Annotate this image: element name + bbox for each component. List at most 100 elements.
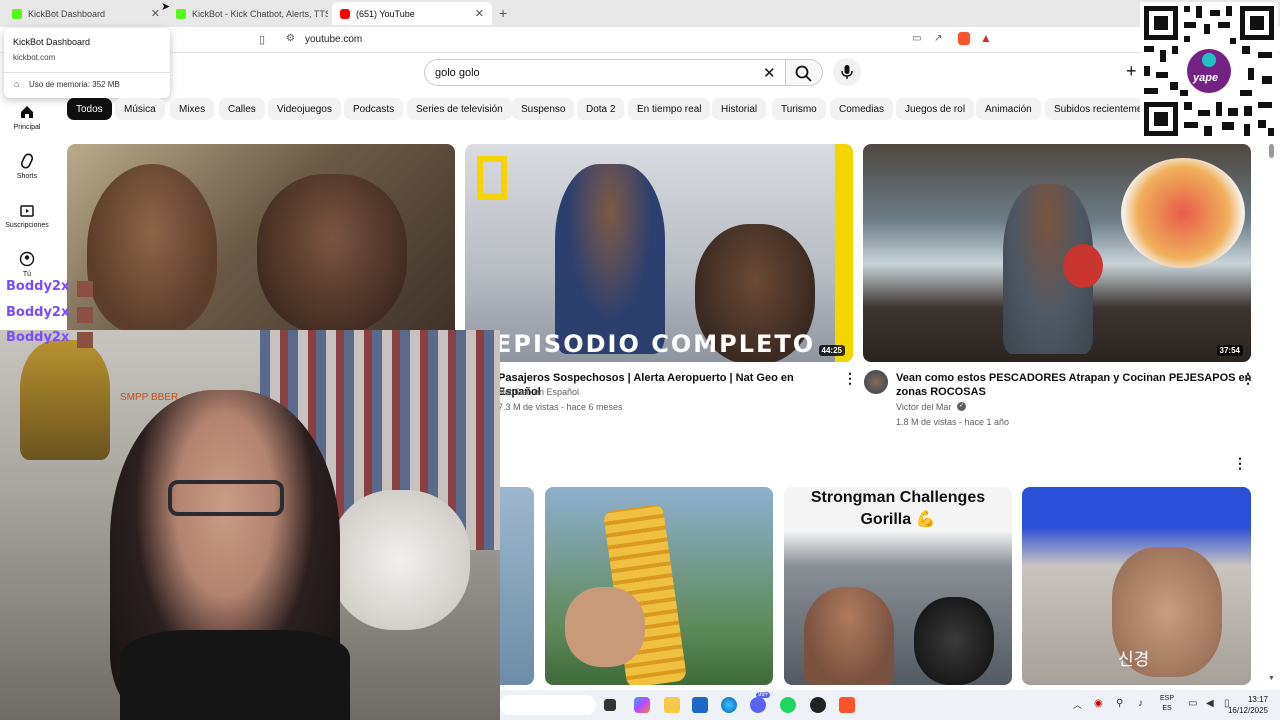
chip-mixes[interactable]: Mixes (170, 98, 215, 120)
voice-search-button[interactable] (833, 58, 861, 86)
video-title-line-2[interactable]: zonas ROCOSAS (896, 385, 986, 399)
volume-icon[interactable]: ◀ (1206, 698, 1214, 709)
nav-tu[interactable]: Tú (4, 251, 50, 278)
video-thumbnail-3[interactable]: 37:54 (863, 144, 1251, 362)
file-explorer-icon[interactable] (664, 697, 680, 713)
chip-juegos-rol[interactable]: Juegos de rol (896, 98, 975, 120)
video-title-line-1[interactable]: Vean como estos PESCADORES Atrapan y Coc… (896, 371, 1251, 385)
chat-username: Boddy2x (6, 330, 70, 345)
network-icon[interactable]: ⚲ (1116, 698, 1123, 709)
thumbnail-food-plate (1121, 158, 1245, 268)
edge-icon[interactable] (721, 697, 737, 713)
chip-subidos[interactable]: Subidos recienteme (1045, 98, 1152, 120)
chip-historial[interactable]: Historial (712, 98, 767, 120)
obs-icon[interactable] (810, 697, 826, 713)
chip-dota2[interactable]: Dota 2 (577, 98, 625, 120)
nav-shorts[interactable]: Shorts (4, 153, 50, 180)
chip-musica[interactable]: Música (115, 98, 165, 120)
more-options-icon[interactable]: ⋮ (1241, 370, 1255, 387)
share-icon[interactable]: ↗ (934, 33, 942, 44)
tab-kickbot-dashboard[interactable]: KickBot Dashboard ✕ (4, 2, 168, 25)
thumbnail-person (257, 174, 407, 334)
spotify-icon[interactable] (780, 697, 796, 713)
url-text[interactable]: youtube.com (305, 34, 362, 45)
taskbar-search[interactable] (500, 695, 596, 715)
lang-bottom: ES (1162, 705, 1172, 712)
short-thumbnail-3[interactable]: Strongman Challenges Gorilla 💪 (784, 487, 1012, 685)
video-duration: 44:25 (818, 345, 845, 356)
language-indicator[interactable]: ESP ES (1160, 694, 1174, 714)
short-thumbnail-4[interactable]: 신경 (1022, 487, 1251, 685)
chip-podcasts[interactable]: Podcasts (344, 98, 404, 120)
taskbar-clock[interactable]: 13:17 16/12/2025 (1228, 694, 1268, 716)
copilot-icon[interactable] (634, 697, 650, 713)
display-icon[interactable]: ▭ (1188, 698, 1197, 709)
avatar[interactable] (864, 370, 888, 394)
chip-calles[interactable]: Calles (219, 98, 265, 120)
search-input[interactable]: golo golo ✕ (424, 59, 786, 86)
glasses (168, 480, 284, 516)
brave-rewards-icon[interactable]: ▲ (980, 31, 992, 45)
clear-search-icon[interactable]: ✕ (763, 64, 776, 82)
tab-label: KickBot Dashboard (28, 8, 106, 19)
chip-comedias[interactable]: Comedias (830, 98, 894, 120)
chip-videojuegos[interactable]: Videojuegos (268, 98, 341, 120)
mic-tray-icon[interactable]: ♪ (1138, 698, 1143, 709)
chip-tiempo-real[interactable]: En tiempo real (628, 98, 711, 120)
site-info-icon[interactable]: ⚙ (286, 33, 295, 44)
chip-series[interactable]: Series de televisión (407, 98, 512, 120)
more-options-icon[interactable]: ⋮ (843, 370, 857, 387)
thumbnail-gorilla (914, 597, 994, 685)
short-overlay-text: Strongman Challenges (810, 489, 986, 506)
home-icon (21, 106, 33, 118)
short-thumbnail-2[interactable] (545, 487, 773, 685)
task-view-icon[interactable] (604, 699, 616, 711)
qr-code-icon (1140, 2, 1278, 140)
nav-label: Suscripciones (5, 222, 49, 229)
address-bar: ▯ ⚙ youtube.com ▭ ↗ ▲ (0, 27, 1280, 53)
nav-principal[interactable]: Principal (4, 104, 50, 131)
wall-text: SMPP BBER (120, 392, 179, 403)
chip-turismo[interactable]: Turismo (772, 98, 826, 120)
channel-name[interactable]: Victor del Mar (896, 402, 951, 412)
nav-label: Principal (13, 124, 41, 131)
nav-suscripciones[interactable]: Suscripciones (4, 202, 50, 229)
natgeo-logo-icon (477, 156, 507, 200)
tray-app-icon[interactable]: ◉ (1094, 698, 1103, 709)
close-tab-icon[interactable]: ✕ (475, 7, 484, 20)
chip-animacion[interactable]: Animación (976, 98, 1041, 120)
nav-label: Shorts (16, 173, 38, 180)
chip-suspenso[interactable]: Suspenso (512, 98, 575, 120)
chip-todos[interactable]: Todos (67, 98, 112, 120)
brave-icon[interactable] (839, 697, 855, 713)
brave-shields-icon[interactable] (958, 32, 970, 45)
close-tab-icon[interactable]: ✕ (151, 7, 160, 20)
store-icon[interactable] (692, 697, 708, 713)
new-tab-icon[interactable]: + (499, 5, 507, 21)
search-button[interactable] (785, 59, 823, 86)
yape-logo-text: yape (1193, 72, 1219, 84)
bookmark-icon[interactable]: ▯ (259, 33, 265, 46)
tab-youtube[interactable]: (651) YouTube ✕ (332, 2, 492, 25)
chat-avatar (77, 281, 93, 297)
cast-icon[interactable]: ▭ (912, 33, 921, 44)
tab-label: (651) YouTube (356, 8, 415, 19)
webcam-overlay: SMPP BBER (0, 330, 500, 720)
video-stats: 7.3 M de vistas - hace 6 meses (498, 402, 623, 412)
tab-kickbot-chatbot[interactable]: KickBot - Kick Chatbot, Alerts, TTS, C (168, 2, 328, 25)
thumbnail-overlay-text: EPISODIO COMPLETO (495, 330, 816, 358)
show-hidden-icons[interactable]: ︿ (1073, 698, 1082, 711)
mouse-cursor-icon: ➤ (161, 1, 171, 13)
search-icon (795, 65, 812, 82)
scroll-down-icon[interactable]: ▼ (1268, 675, 1275, 682)
short-thumbnail-1[interactable] (500, 487, 534, 685)
discord-icon[interactable] (750, 697, 766, 713)
channel-name[interactable]: Nat Geo en Español (498, 387, 579, 397)
scrollbar-thumb[interactable] (1269, 144, 1274, 158)
shelf-more-options-icon[interactable]: ⋮ (1233, 455, 1247, 472)
create-icon[interactable]: + (1126, 61, 1137, 82)
chat-avatar (77, 307, 93, 323)
video-thumbnail-2[interactable]: EPISODIO COMPLETO 44:25 (465, 144, 853, 362)
search-query: golo golo (435, 67, 480, 79)
tab-hover-card: KickBot Dashboard kickbot.com ⌂ Uso de m… (4, 28, 170, 98)
